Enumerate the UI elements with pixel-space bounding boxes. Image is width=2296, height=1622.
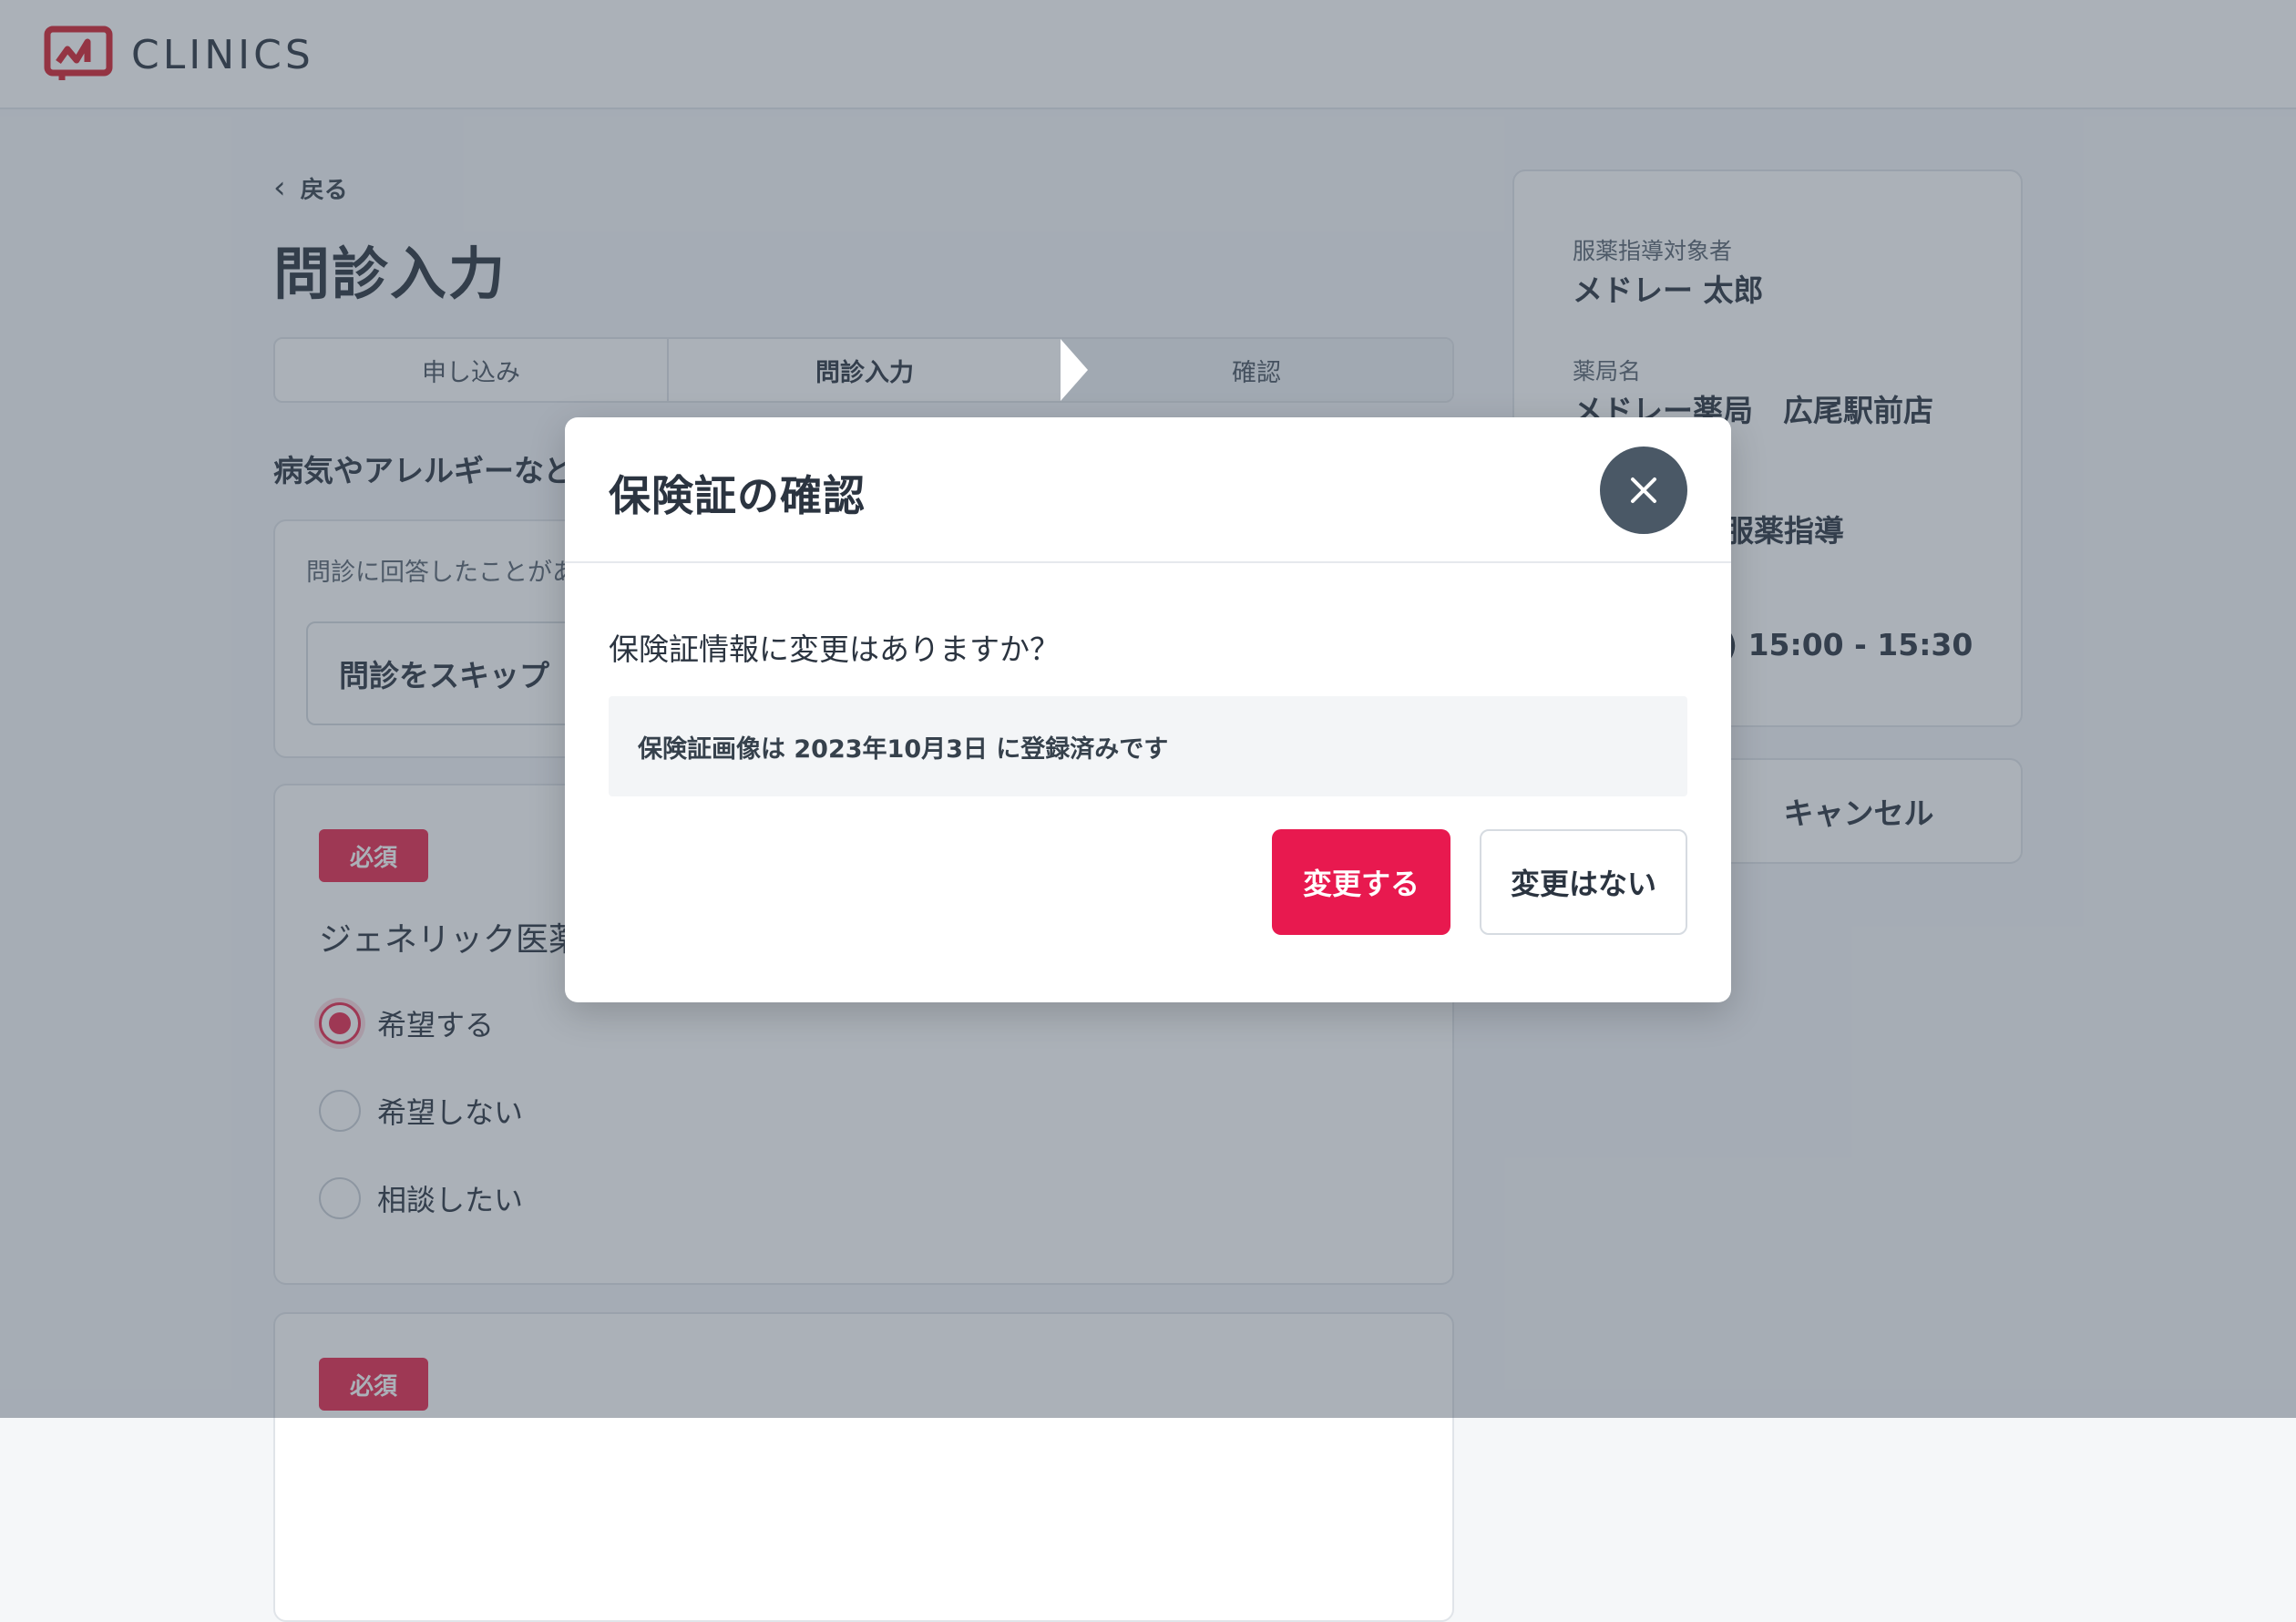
registration-note: 保険証画像は 2023年10月3日 に登録済みです xyxy=(609,696,1687,796)
dialog-header: 保険証の確認 xyxy=(565,417,1731,563)
dialog-question: 保険証情報に変更はありますか？ xyxy=(609,631,1060,667)
close-button[interactable] xyxy=(1600,447,1687,534)
insurance-confirm-dialog: 保険証の確認 保険証情報に変更はありますか？ 保険証画像は 2023年10月3日… xyxy=(565,417,1731,1002)
close-icon xyxy=(1631,477,1656,503)
dialog-title: 保険証の確認 xyxy=(609,471,866,520)
change-button[interactable]: 変更する xyxy=(1272,829,1450,935)
no-change-button[interactable]: 変更はない xyxy=(1480,829,1687,935)
